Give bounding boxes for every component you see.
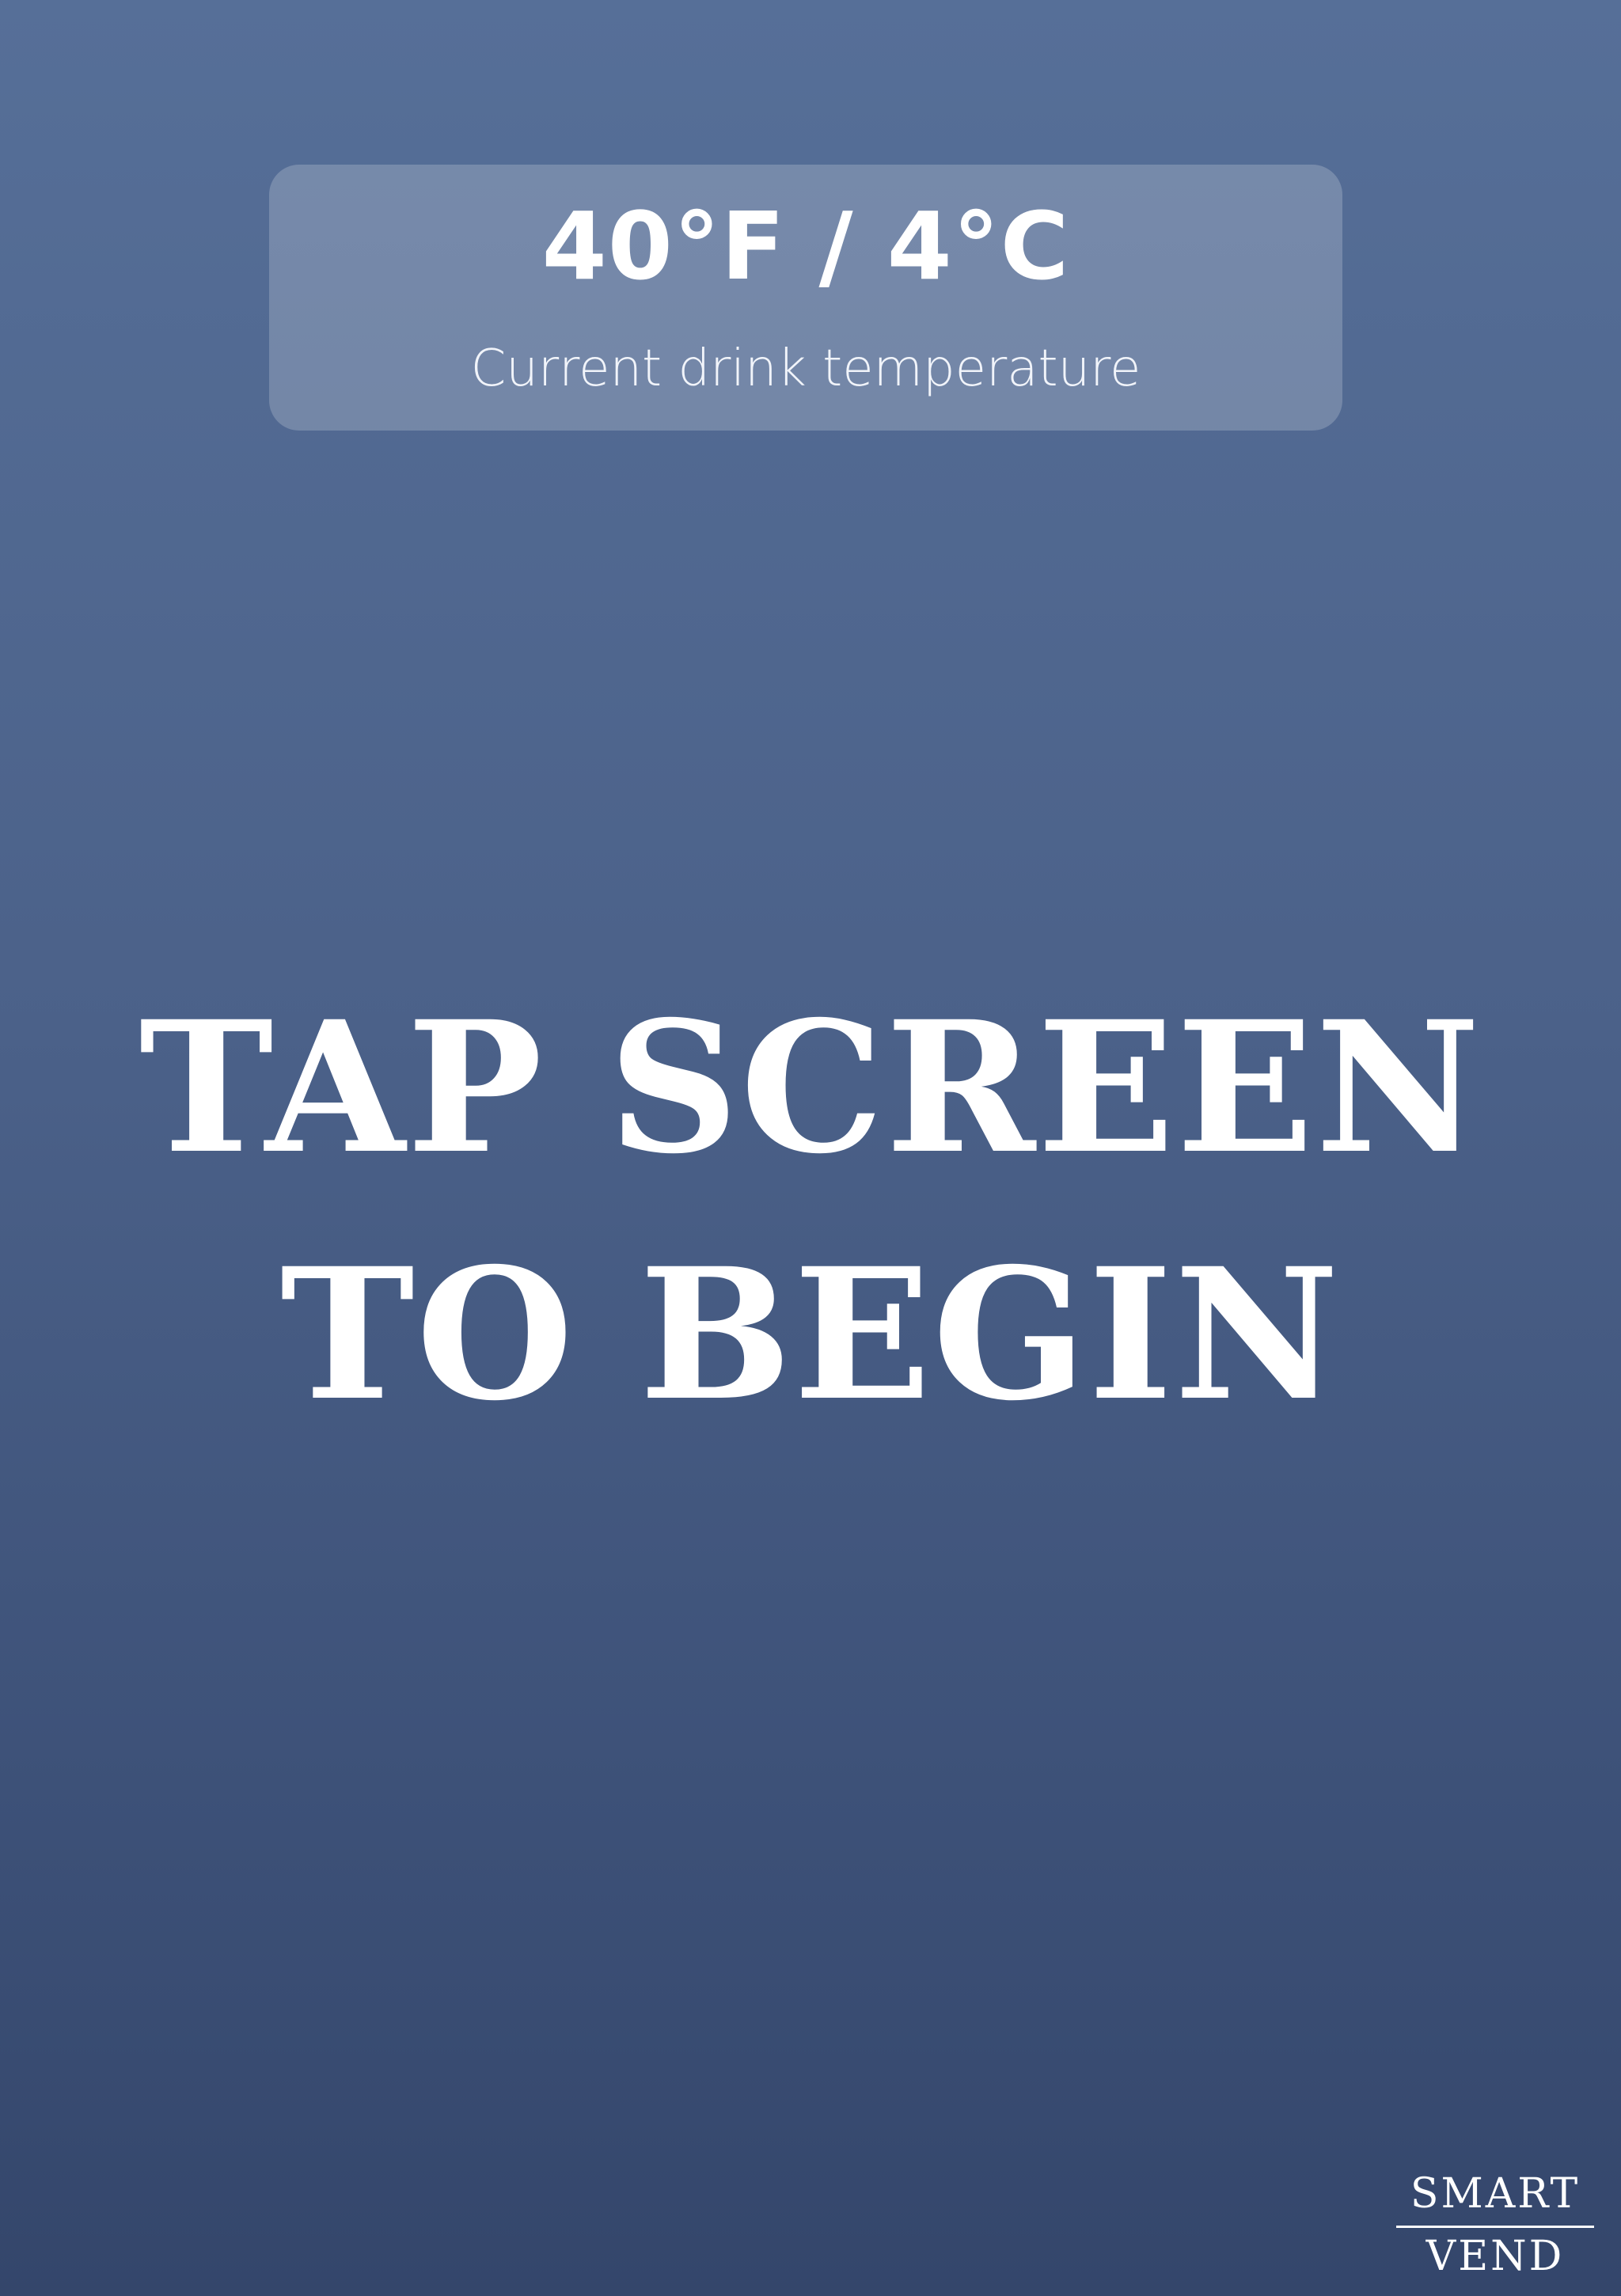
prompt-line-2: TO BEGIN	[280, 1228, 1341, 1440]
brand-logo-line-1: SMART	[1410, 2170, 1581, 2218]
temperature-card: 40°F / 4°C Current drink temperature	[269, 165, 1342, 431]
tap-to-begin-screen[interactable]: 40°F / 4°C Current drink temperature TAP…	[0, 0, 1621, 2296]
brand-logo-line-2: VEND	[1425, 2233, 1565, 2280]
prompt-line-1: TAP SCREEN	[139, 981, 1482, 1194]
brand-logo-divider	[1396, 2226, 1594, 2228]
brand-logo: SMART VEND	[1396, 2173, 1594, 2277]
tap-to-begin-prompt[interactable]: TAP SCREEN TO BEGIN	[0, 964, 1621, 1458]
temperature-caption: Current drink temperature	[470, 340, 1141, 398]
temperature-value: 40°F / 4°C	[541, 192, 1070, 301]
